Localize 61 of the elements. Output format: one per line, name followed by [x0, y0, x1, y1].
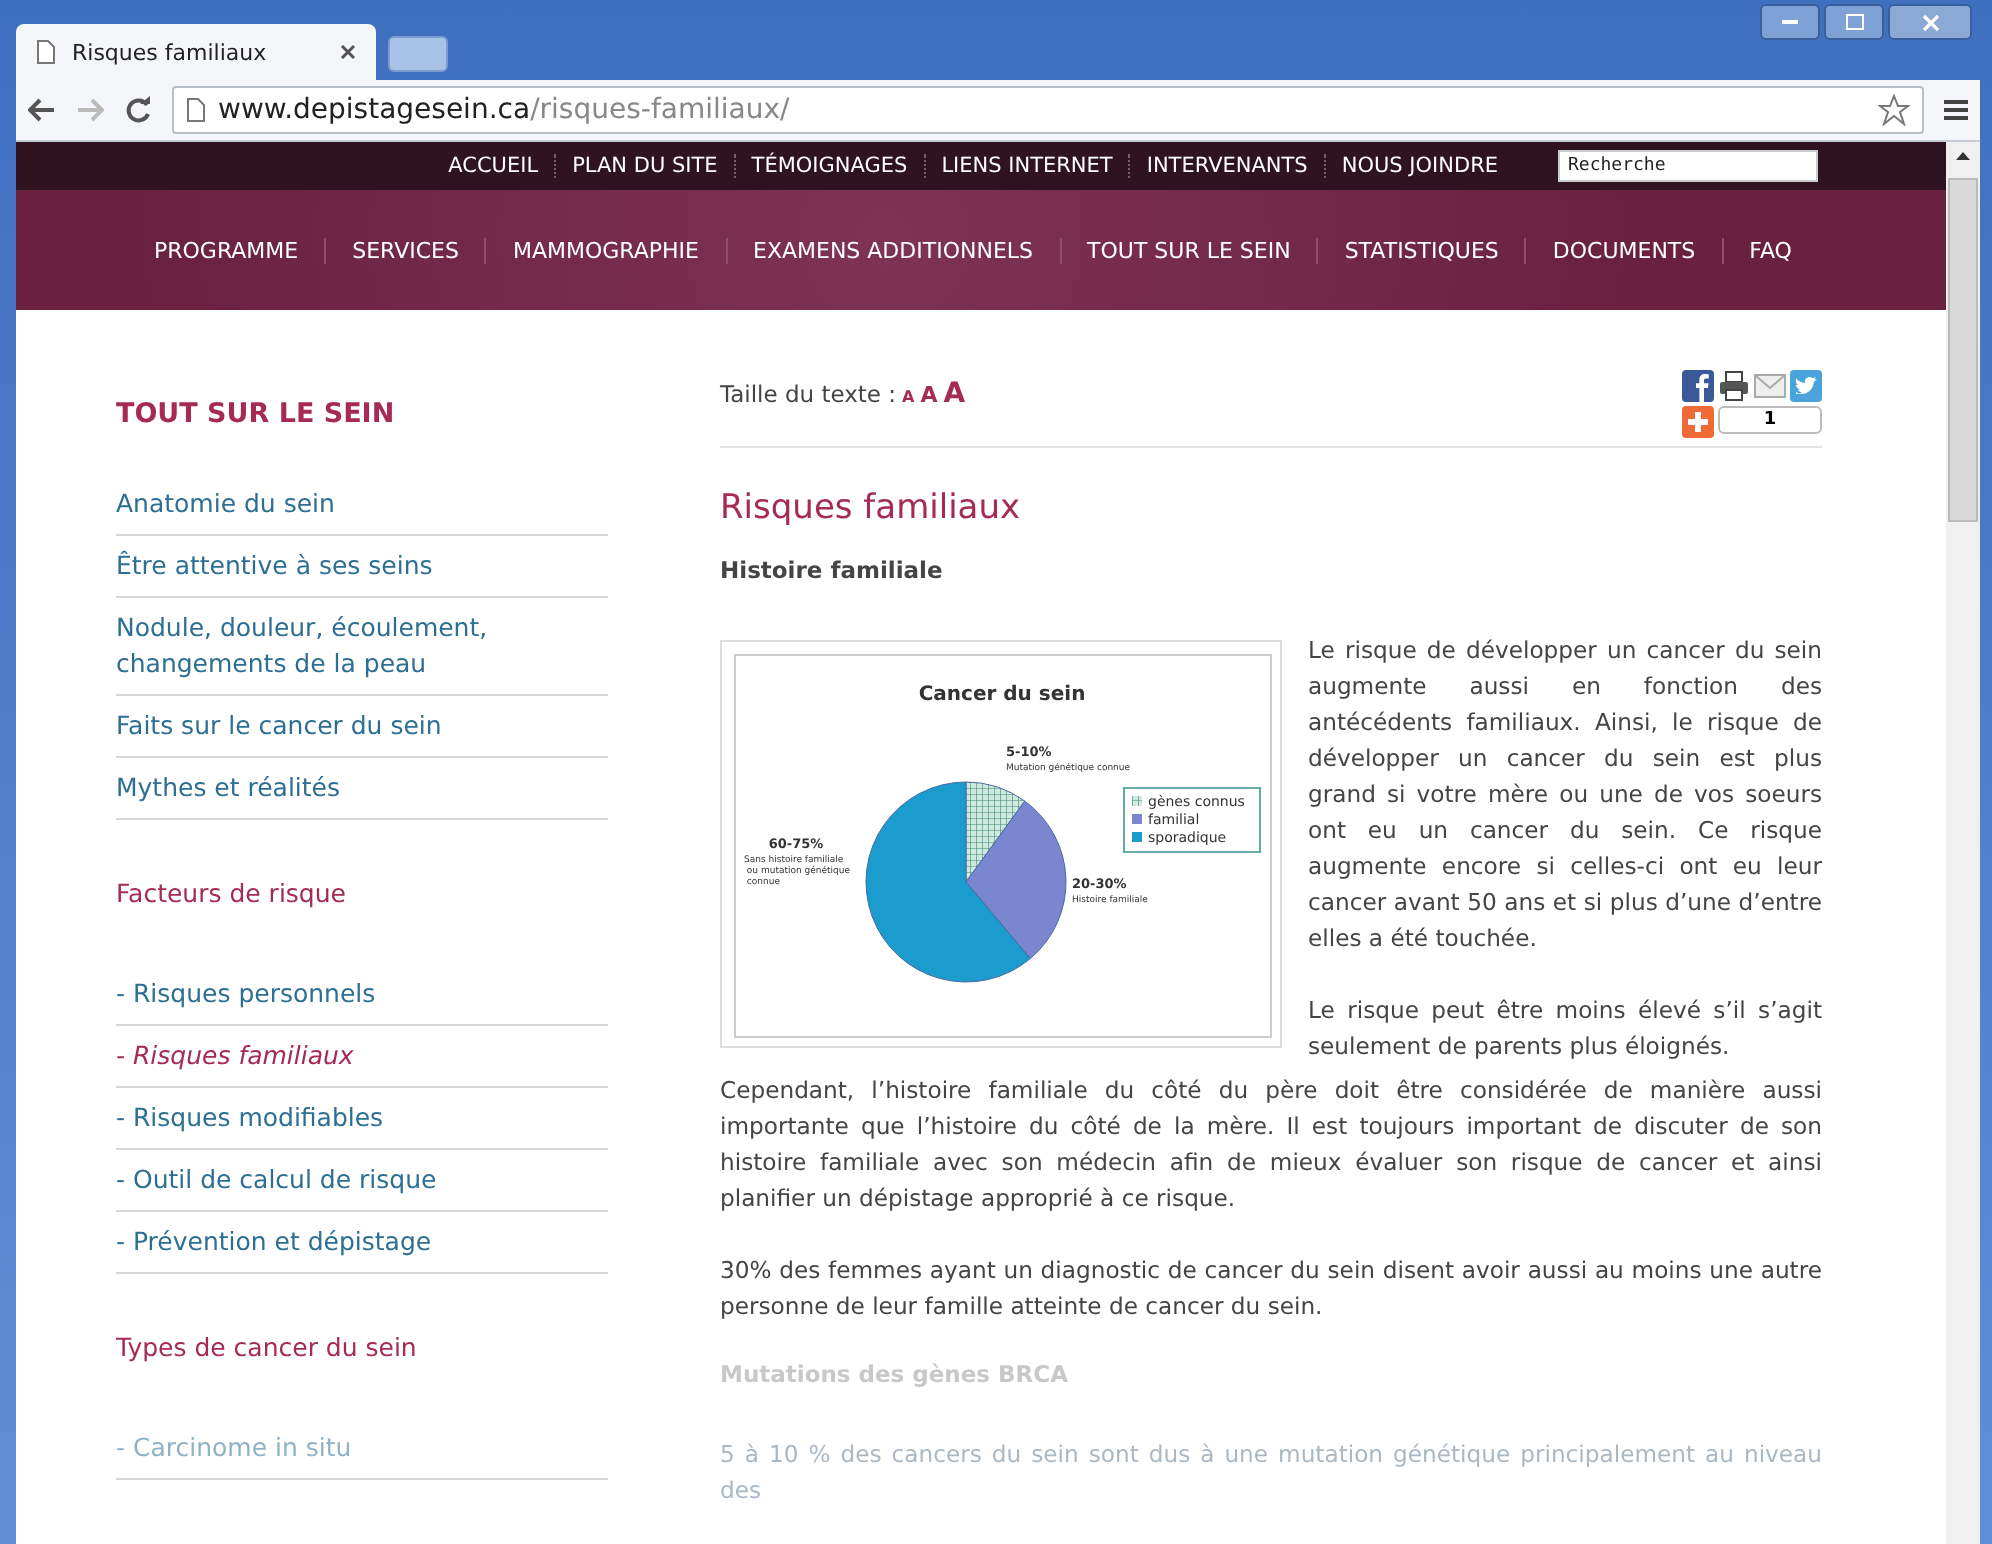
sidebar-title: TOUT SUR LE SEIN — [116, 398, 397, 430]
chart-title: Cancer du sein — [918, 684, 1086, 706]
twitter-icon[interactable] — [1790, 370, 1822, 402]
sidebar-link[interactable]: Être attentive à ses seins — [116, 536, 608, 598]
top-nav-link[interactable]: PLAN DU SITE — [554, 154, 734, 178]
search-field[interactable]: Recherche — [1558, 150, 1818, 182]
scrollbar[interactable] — [1946, 142, 1980, 1544]
minimize-button[interactable] — [1760, 4, 1820, 40]
main-nav-link[interactable]: STATISTIQUES — [1316, 237, 1525, 263]
sidebar-link[interactable]: - Outil de calcul de risque — [116, 1150, 608, 1212]
reload-icon[interactable] — [124, 96, 152, 124]
sidebar-link[interactable]: - Risques modifiables — [116, 1088, 608, 1150]
section-heading: Histoire familiale — [720, 556, 945, 584]
paragraph: Le risque de développer un cancer du sein augmente aussi en fonction des antécédents familiaux. Ainsi, le risque de développer un cancer du sein est plus grand si votre mère ou une de vos soeurs ont eu un cancer du sein. Ce risque augmente encore si celles-ci ont eu leur cancer avant 50 ans et si plus d’une d’entre elles a été touchée. — [1308, 634, 1822, 956]
close-icon[interactable] — [340, 44, 356, 60]
share-count: 1 — [1718, 406, 1822, 434]
top-nav-link[interactable]: TÉMOIGNAGES — [733, 154, 924, 178]
page-icon — [186, 98, 206, 122]
main-nav-link[interactable]: SERVICES — [324, 237, 485, 263]
main-nav-link[interactable]: PROGRAMME — [128, 237, 325, 263]
address-bar[interactable]: www.depistagesein.ca/risques-familiaux/ — [172, 86, 1924, 134]
top-nav-link[interactable]: NOUS JOINDRE — [1323, 154, 1514, 178]
close-icon — [1921, 13, 1939, 31]
paragraph: Cependant, l’histoire familiale du côté du père doit être considérée de manière aussi importante que l’histoire du côté de la mère. Il est toujours important de discuter de son histoire familiale avec son médecin afin de mieux évaluer son risque de cancer et ainsi planifier un dépistage approprié à ce risque. — [720, 1074, 1822, 1216]
browser-tab[interactable]: Risques familiaux — [16, 24, 376, 80]
sidebar-link[interactable]: - Risques familiaux — [116, 1026, 608, 1088]
top-nav-link[interactable]: INTERVENANTS — [1128, 154, 1324, 178]
facebook-icon[interactable] — [1682, 370, 1714, 402]
menu-icon[interactable] — [1944, 98, 1968, 122]
paragraph: 5 à 10 % des cancers du sein sont dus à une mutation génétique principalement au niveau des — [720, 1438, 1822, 1508]
top-nav-link[interactable]: LIENS INTERNET — [923, 154, 1129, 178]
main-nav-link[interactable]: EXAMENS ADDITIONNELS — [725, 237, 1060, 263]
main-nav-link[interactable]: MAMMOGRAPHIE — [484, 237, 725, 263]
text-size-label: Taille du texte : — [720, 380, 897, 408]
main-nav-link[interactable]: TOUT SUR LE SEIN — [1059, 237, 1317, 263]
paragraph: 30% des femmes ayant un diagnostic de cancer du sein disent avoir aussi au moins une autre personne de leur famille atteinte de cancer du sein. — [720, 1254, 1822, 1324]
maximize-icon — [1845, 14, 1863, 30]
top-nav-link[interactable]: ACCUEIL — [432, 154, 555, 178]
page-icon — [36, 40, 56, 64]
sidebar-link[interactable]: Mythes et réalités — [116, 758, 608, 820]
star-icon[interactable] — [1878, 94, 1910, 126]
sidebar-heading[interactable]: Types de cancer du sein — [116, 1274, 608, 1418]
close-button[interactable] — [1888, 4, 1972, 40]
sidebar-link[interactable]: Nodule, douleur, écoulement, changements de la peau — [116, 598, 608, 696]
back-icon[interactable] — [28, 98, 56, 122]
print-icon[interactable] — [1718, 370, 1750, 402]
text-size-button[interactable]: A — [943, 378, 966, 410]
text-size-button[interactable]: A — [902, 388, 915, 406]
main-nav-link[interactable]: FAQ — [1721, 237, 1818, 263]
maximize-button[interactable] — [1824, 4, 1884, 40]
sidebar-link[interactable]: Faits sur le cancer du sein — [116, 696, 608, 758]
sidebar-link[interactable]: - Risques personnels — [116, 964, 608, 1026]
main-nav-link[interactable]: DOCUMENTS — [1524, 237, 1722, 263]
scrollbar-thumb[interactable] — [1948, 178, 1978, 522]
minimize-icon — [1782, 19, 1798, 25]
page-title: Risques familiaux — [720, 488, 1023, 528]
sidebar-link[interactable]: - Prévention et dépistage — [116, 1212, 608, 1274]
sidebar-heading[interactable]: Facteurs de risque — [116, 820, 608, 964]
text-size-button[interactable]: A — [920, 382, 938, 408]
paragraph: Le risque peut être moins élevé s’il s’agit seulement de parents plus éloignés. — [1308, 994, 1822, 1064]
sidebar-link[interactable]: Anatomie du sein — [116, 474, 608, 536]
